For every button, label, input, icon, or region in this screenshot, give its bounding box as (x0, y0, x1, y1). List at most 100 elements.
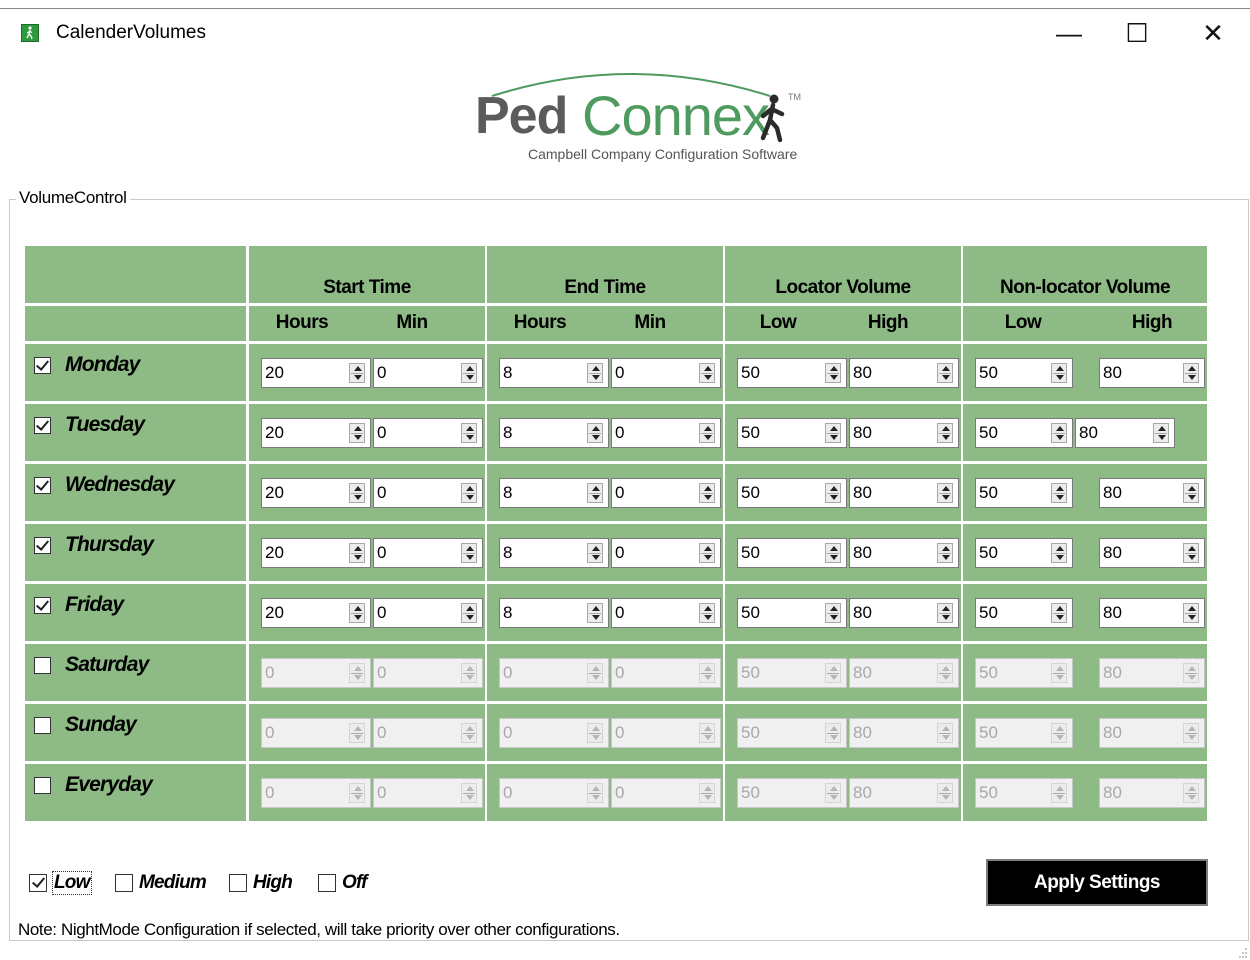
spinner-arrows-icon[interactable] (937, 663, 953, 683)
spinner-arrows-icon[interactable] (1051, 483, 1067, 503)
numeric-spinner[interactable]: 80 (849, 778, 959, 808)
numeric-spinner[interactable]: 50 (975, 538, 1073, 568)
spinner-arrows-icon[interactable] (1051, 783, 1067, 803)
spinner-arrows-icon[interactable] (825, 663, 841, 683)
spinner-arrows-icon[interactable] (349, 363, 365, 383)
numeric-spinner[interactable]: 50 (975, 658, 1073, 688)
nightmode-checkbox[interactable] (318, 874, 336, 892)
spinner-arrows-icon[interactable] (1183, 663, 1199, 683)
numeric-spinner[interactable]: 0 (261, 778, 371, 808)
spinner-arrows-icon[interactable] (1183, 543, 1199, 563)
numeric-spinner[interactable]: 80 (849, 538, 959, 568)
day-checkbox[interactable] (34, 657, 51, 674)
maximize-button[interactable]: ☐ (1112, 13, 1162, 53)
numeric-spinner[interactable]: 0 (499, 778, 609, 808)
numeric-spinner[interactable]: 80 (849, 718, 959, 748)
day-checkbox[interactable] (34, 417, 51, 434)
spinner-arrows-icon[interactable] (825, 543, 841, 563)
minimize-button[interactable]: — (1044, 13, 1094, 53)
day-checkbox[interactable] (34, 357, 51, 374)
numeric-spinner[interactable]: 50 (737, 778, 847, 808)
numeric-spinner[interactable]: 80 (849, 418, 959, 448)
spinner-arrows-icon[interactable] (937, 723, 953, 743)
numeric-spinner[interactable]: 50 (975, 718, 1073, 748)
spinner-arrows-icon[interactable] (1183, 483, 1199, 503)
spinner-arrows-icon[interactable] (461, 483, 477, 503)
spinner-arrows-icon[interactable] (699, 543, 715, 563)
day-checkbox[interactable] (34, 537, 51, 554)
numeric-spinner[interactable]: 80 (1075, 418, 1175, 448)
spinner-arrows-icon[interactable] (699, 423, 715, 443)
spinner-arrows-icon[interactable] (937, 783, 953, 803)
spinner-arrows-icon[interactable] (349, 543, 365, 563)
nightmode-checkbox[interactable] (29, 874, 47, 892)
numeric-spinner[interactable]: 8 (499, 478, 609, 508)
numeric-spinner[interactable]: 0 (373, 658, 483, 688)
numeric-spinner[interactable]: 0 (611, 478, 721, 508)
numeric-spinner[interactable]: 0 (611, 598, 721, 628)
numeric-spinner[interactable]: 0 (373, 478, 483, 508)
spinner-arrows-icon[interactable] (461, 783, 477, 803)
spinner-arrows-icon[interactable] (937, 543, 953, 563)
numeric-spinner[interactable]: 20 (261, 478, 371, 508)
spinner-arrows-icon[interactable] (699, 723, 715, 743)
numeric-spinner[interactable]: 20 (261, 598, 371, 628)
nightmode-checkbox[interactable] (229, 874, 247, 892)
spinner-arrows-icon[interactable] (461, 543, 477, 563)
numeric-spinner[interactable]: 50 (975, 418, 1073, 448)
numeric-spinner[interactable]: 20 (261, 418, 371, 448)
spinner-arrows-icon[interactable] (349, 723, 365, 743)
spinner-arrows-icon[interactable] (825, 423, 841, 443)
spinner-arrows-icon[interactable] (699, 663, 715, 683)
numeric-spinner[interactable]: 50 (737, 538, 847, 568)
numeric-spinner[interactable]: 50 (737, 358, 847, 388)
spinner-arrows-icon[interactable] (825, 363, 841, 383)
day-checkbox[interactable] (34, 477, 51, 494)
spinner-arrows-icon[interactable] (1183, 603, 1199, 623)
spinner-arrows-icon[interactable] (349, 783, 365, 803)
spinner-arrows-icon[interactable] (937, 423, 953, 443)
numeric-spinner[interactable]: 50 (737, 598, 847, 628)
numeric-spinner[interactable]: 0 (611, 358, 721, 388)
numeric-spinner[interactable]: 8 (499, 538, 609, 568)
spinner-arrows-icon[interactable] (1051, 543, 1067, 563)
numeric-spinner[interactable]: 80 (849, 658, 959, 688)
spinner-arrows-icon[interactable] (461, 423, 477, 443)
numeric-spinner[interactable]: 80 (1099, 658, 1205, 688)
spinner-arrows-icon[interactable] (825, 783, 841, 803)
spinner-arrows-icon[interactable] (699, 783, 715, 803)
spinner-arrows-icon[interactable] (349, 603, 365, 623)
numeric-spinner[interactable]: 0 (611, 538, 721, 568)
numeric-spinner[interactable]: 0 (261, 658, 371, 688)
spinner-arrows-icon[interactable] (1051, 603, 1067, 623)
spinner-arrows-icon[interactable] (1051, 723, 1067, 743)
resize-grip-icon[interactable] (1238, 946, 1248, 958)
numeric-spinner[interactable]: 0 (611, 418, 721, 448)
day-checkbox[interactable] (34, 777, 51, 794)
nightmode-checkbox[interactable] (115, 874, 133, 892)
apply-settings-button[interactable]: Apply Settings (986, 859, 1208, 906)
spinner-arrows-icon[interactable] (699, 363, 715, 383)
numeric-spinner[interactable]: 80 (1099, 778, 1205, 808)
spinner-arrows-icon[interactable] (587, 363, 603, 383)
numeric-spinner[interactable]: 50 (975, 358, 1073, 388)
numeric-spinner[interactable]: 80 (1099, 358, 1205, 388)
spinner-arrows-icon[interactable] (699, 603, 715, 623)
numeric-spinner[interactable]: 0 (611, 718, 721, 748)
spinner-arrows-icon[interactable] (587, 783, 603, 803)
spinner-arrows-icon[interactable] (1183, 363, 1199, 383)
spinner-arrows-icon[interactable] (937, 603, 953, 623)
spinner-arrows-icon[interactable] (825, 483, 841, 503)
numeric-spinner[interactable]: 50 (737, 718, 847, 748)
numeric-spinner[interactable]: 80 (849, 478, 959, 508)
numeric-spinner[interactable]: 50 (737, 418, 847, 448)
numeric-spinner[interactable]: 0 (373, 358, 483, 388)
numeric-spinner[interactable]: 0 (373, 538, 483, 568)
spinner-arrows-icon[interactable] (461, 663, 477, 683)
numeric-spinner[interactable]: 8 (499, 418, 609, 448)
numeric-spinner[interactable]: 80 (1099, 718, 1205, 748)
spinner-arrows-icon[interactable] (349, 483, 365, 503)
numeric-spinner[interactable]: 50 (975, 478, 1073, 508)
numeric-spinner[interactable]: 80 (849, 598, 959, 628)
spinner-arrows-icon[interactable] (825, 723, 841, 743)
